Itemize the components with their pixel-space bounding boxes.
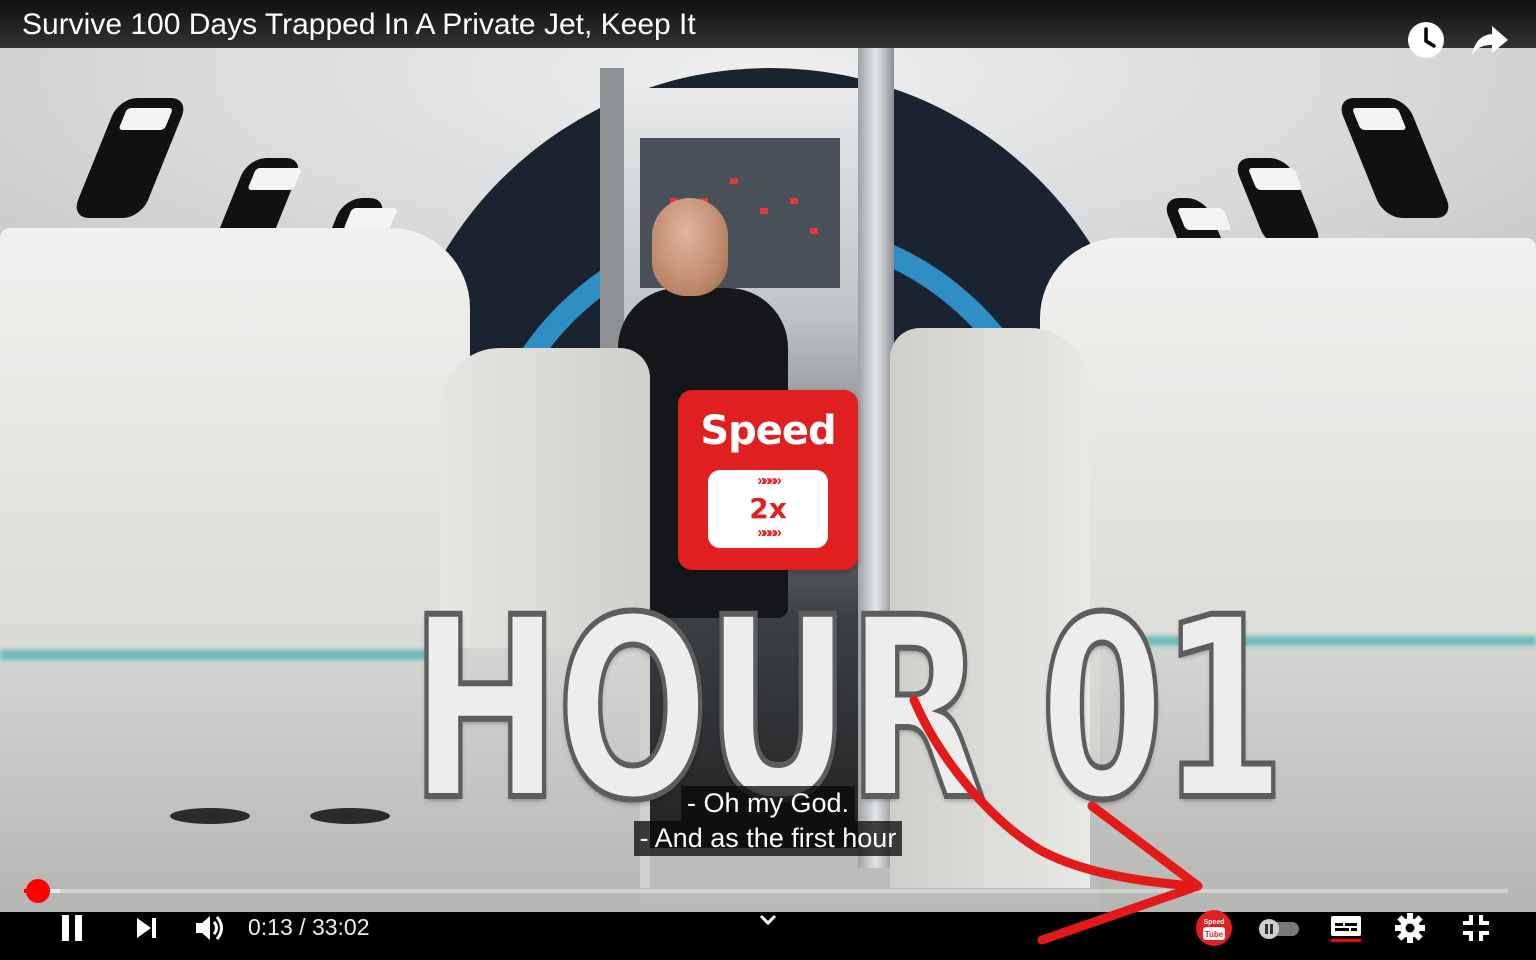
current-time: 0:13: [248, 914, 293, 940]
next-icon: [131, 913, 161, 948]
speedtube-line1: Speed: [1203, 919, 1224, 926]
time-display: 0:13 / 33:02: [248, 912, 370, 960]
speed-chevrons-bottom: »»»»: [757, 524, 781, 541]
captions-window: - Oh my God. - And as the first hour: [0, 786, 1536, 856]
watch-later-icon[interactable]: [1406, 20, 1446, 60]
teal-stripe: [0, 650, 430, 660]
volume-icon: [193, 912, 227, 949]
video-player[interactable]: HOUR 01 Speed »»»» 2x »»»» - Oh my God. …: [0, 0, 1536, 960]
pilot-head: [652, 198, 728, 296]
mute-button[interactable]: [188, 906, 232, 954]
more-videos-button[interactable]: [752, 900, 784, 944]
speed-badge-label: Speed: [700, 408, 836, 454]
exit-fullscreen-button[interactable]: [1456, 906, 1496, 954]
settings-button[interactable]: [1390, 906, 1430, 954]
video-title[interactable]: Survive 100 Days Trapped In A Private Je…: [22, 8, 696, 42]
speed-badge-pill: »»»» 2x »»»»: [708, 470, 828, 548]
subtitles-icon: [1329, 913, 1363, 948]
pause-button[interactable]: [50, 906, 94, 954]
subtitles-button[interactable]: [1326, 906, 1366, 954]
caption-line: - Oh my God.: [680, 786, 856, 821]
autoplay-toggle[interactable]: [1254, 910, 1304, 946]
speedtube-line2: Tube: [1205, 930, 1224, 939]
time-separator: /: [292, 914, 312, 940]
chevron-down-icon: [758, 913, 778, 932]
title-bar: Survive 100 Days Trapped In A Private Je…: [0, 0, 1536, 48]
gear-icon: [1394, 912, 1426, 949]
speed-extension-badge[interactable]: Speed »»»» 2x »»»»: [678, 390, 858, 570]
caption-line: - And as the first hour: [633, 821, 903, 856]
speedtube-extension-icon: Speed Tube: [1195, 909, 1233, 952]
exit-fullscreen-icon: [1460, 912, 1492, 949]
next-button[interactable]: [124, 906, 168, 954]
progress-scrubber[interactable]: [26, 879, 50, 903]
progress-bar[interactable]: [24, 889, 1508, 893]
share-icon[interactable]: [1470, 20, 1510, 60]
speed-multiplier: 2x: [749, 492, 787, 525]
pause-icon: [56, 912, 88, 949]
speed-chevrons-top: »»»»: [757, 472, 781, 489]
duration: 33:02: [311, 914, 370, 940]
speedtube-extension-button[interactable]: Speed Tube: [1194, 909, 1234, 952]
